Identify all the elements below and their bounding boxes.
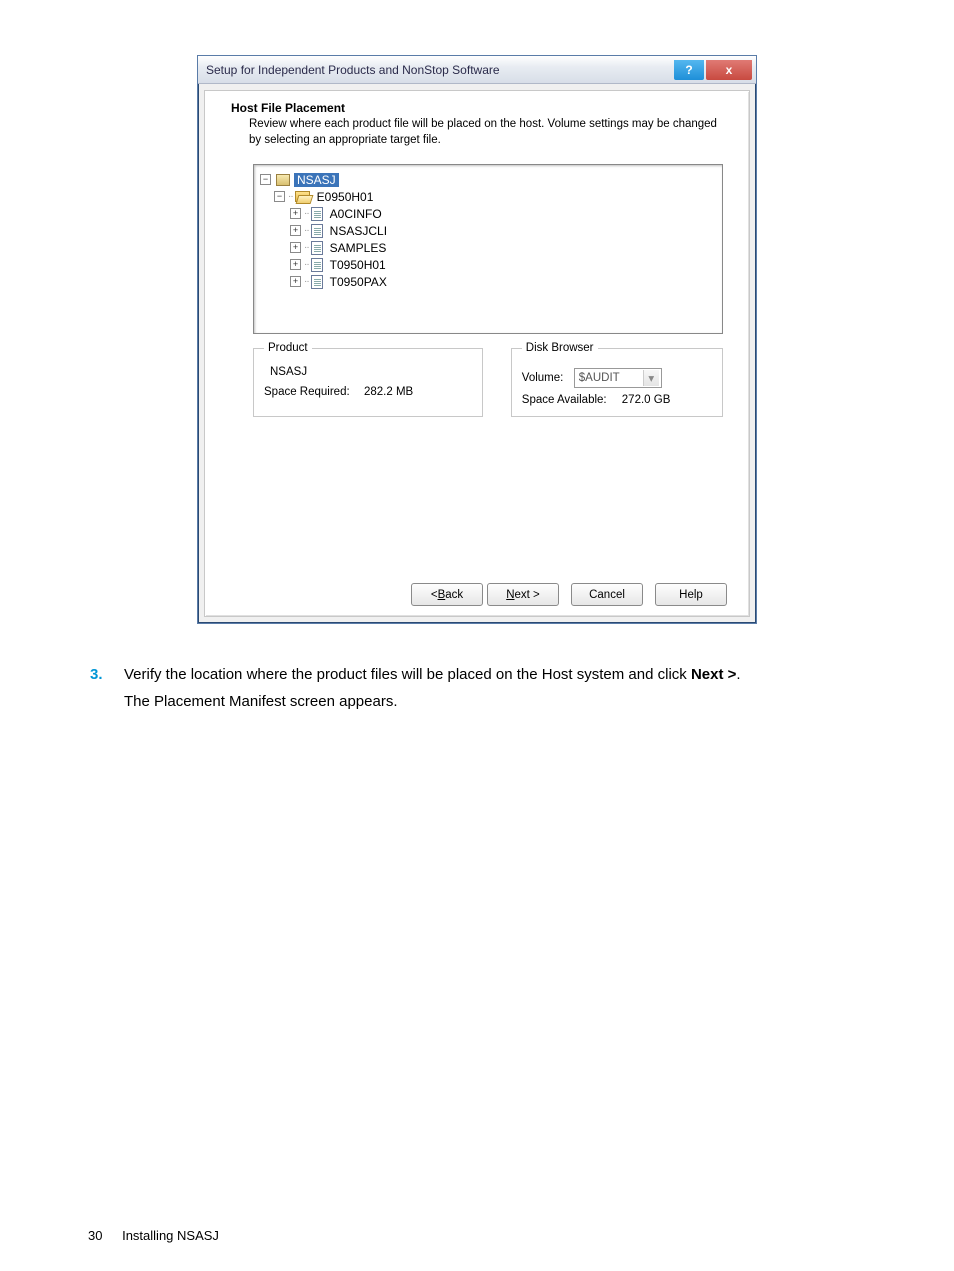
file-icon bbox=[311, 224, 323, 238]
expand-icon[interactable]: + bbox=[290, 259, 301, 270]
disk-browser-legend: Disk Browser bbox=[522, 342, 598, 354]
product-name: NSASJ bbox=[264, 362, 472, 380]
footer-section: Installing NSASJ bbox=[122, 1228, 219, 1243]
tree-node-file[interactable]: + ·· A0CINFO bbox=[260, 205, 716, 222]
titlebar-help-button[interactable]: ? bbox=[674, 60, 704, 80]
window-title: Setup for Independent Products and NonSt… bbox=[206, 63, 672, 77]
product-group: Product NSASJ Space Required: 282.2 MB bbox=[253, 342, 483, 417]
page-description: Review where each product file will be p… bbox=[231, 115, 723, 148]
step-followup: The Placement Manifest screen appears. bbox=[124, 691, 864, 712]
file-icon bbox=[311, 241, 323, 255]
file-icon bbox=[311, 207, 323, 221]
volume-value: $AUDIT bbox=[579, 372, 620, 384]
tree-node-folder[interactable]: − ·· E0950H01 bbox=[260, 188, 716, 205]
page-footer: 30 Installing NSASJ bbox=[88, 1228, 219, 1243]
product-icon bbox=[276, 174, 290, 186]
wizard-buttons: < Back Next > Cancel Help bbox=[205, 577, 749, 610]
tree-connector: ·· bbox=[304, 276, 309, 287]
space-required-value: 282.2 MB bbox=[364, 386, 413, 398]
step-number: 3. bbox=[90, 664, 124, 685]
tree-label[interactable]: NSASJCLI bbox=[327, 224, 390, 238]
tree-node-file[interactable]: + ·· SAMPLES bbox=[260, 239, 716, 256]
back-button[interactable]: < Back bbox=[411, 583, 483, 606]
dialog-body: Host File Placement Review where each pr… bbox=[204, 90, 750, 617]
page-title: Host File Placement bbox=[231, 101, 723, 115]
page-number: 30 bbox=[88, 1228, 102, 1243]
cancel-button[interactable]: Cancel bbox=[571, 583, 643, 606]
file-icon bbox=[311, 275, 323, 289]
disk-browser-group: Disk Browser Volume: $AUDIT ▾ Space Avai… bbox=[511, 342, 723, 417]
help-button[interactable]: Help bbox=[655, 583, 727, 606]
tree-connector: ·· bbox=[304, 242, 309, 253]
tree-label[interactable]: A0CINFO bbox=[327, 207, 385, 221]
tree-node-file[interactable]: + ·· T0950H01 bbox=[260, 256, 716, 273]
tree-node-file[interactable]: + ·· NSASJCLI bbox=[260, 222, 716, 239]
space-required-label: Space Required: bbox=[264, 386, 364, 398]
folder-open-icon bbox=[295, 191, 310, 202]
tree-label[interactable]: NSASJ bbox=[294, 173, 339, 187]
file-icon bbox=[311, 258, 323, 272]
tree-connector: ·· bbox=[304, 208, 309, 219]
tree-connector: ·· bbox=[304, 259, 309, 270]
file-tree[interactable]: − NSASJ − ·· E0950H01 + ·· A0CINFO bbox=[253, 164, 723, 334]
chevron-down-icon[interactable]: ▾ bbox=[643, 370, 659, 386]
expand-icon[interactable]: + bbox=[290, 225, 301, 236]
collapse-icon[interactable]: − bbox=[274, 191, 285, 202]
expand-icon[interactable]: + bbox=[290, 242, 301, 253]
tree-node-root[interactable]: − NSASJ bbox=[260, 171, 716, 188]
tree-connector: ·· bbox=[288, 191, 293, 202]
next-button[interactable]: Next > bbox=[487, 583, 559, 606]
tree-label[interactable]: T0950H01 bbox=[327, 258, 389, 272]
instruction-step: 3. Verify the location where the product… bbox=[90, 664, 864, 685]
tree-connector: ·· bbox=[304, 225, 309, 236]
setup-dialog: Setup for Independent Products and NonSt… bbox=[197, 55, 757, 624]
collapse-icon[interactable]: − bbox=[260, 174, 271, 185]
expand-icon[interactable]: + bbox=[290, 276, 301, 287]
titlebar-close-button[interactable]: x bbox=[706, 60, 752, 80]
product-legend: Product bbox=[264, 342, 312, 354]
tree-label[interactable]: E0950H01 bbox=[314, 190, 377, 204]
tree-label[interactable]: T0950PAX bbox=[327, 275, 390, 289]
volume-label: Volume: bbox=[522, 372, 574, 384]
space-available-label: Space Available: bbox=[522, 394, 622, 406]
step-text: Verify the location where the product fi… bbox=[124, 664, 864, 685]
expand-icon[interactable]: + bbox=[290, 208, 301, 219]
volume-dropdown[interactable]: $AUDIT ▾ bbox=[574, 368, 662, 388]
tree-node-file[interactable]: + ·· T0950PAX bbox=[260, 273, 716, 290]
tree-label[interactable]: SAMPLES bbox=[327, 241, 390, 255]
titlebar: Setup for Independent Products and NonSt… bbox=[198, 56, 756, 84]
space-available-value: 272.0 GB bbox=[622, 394, 671, 406]
